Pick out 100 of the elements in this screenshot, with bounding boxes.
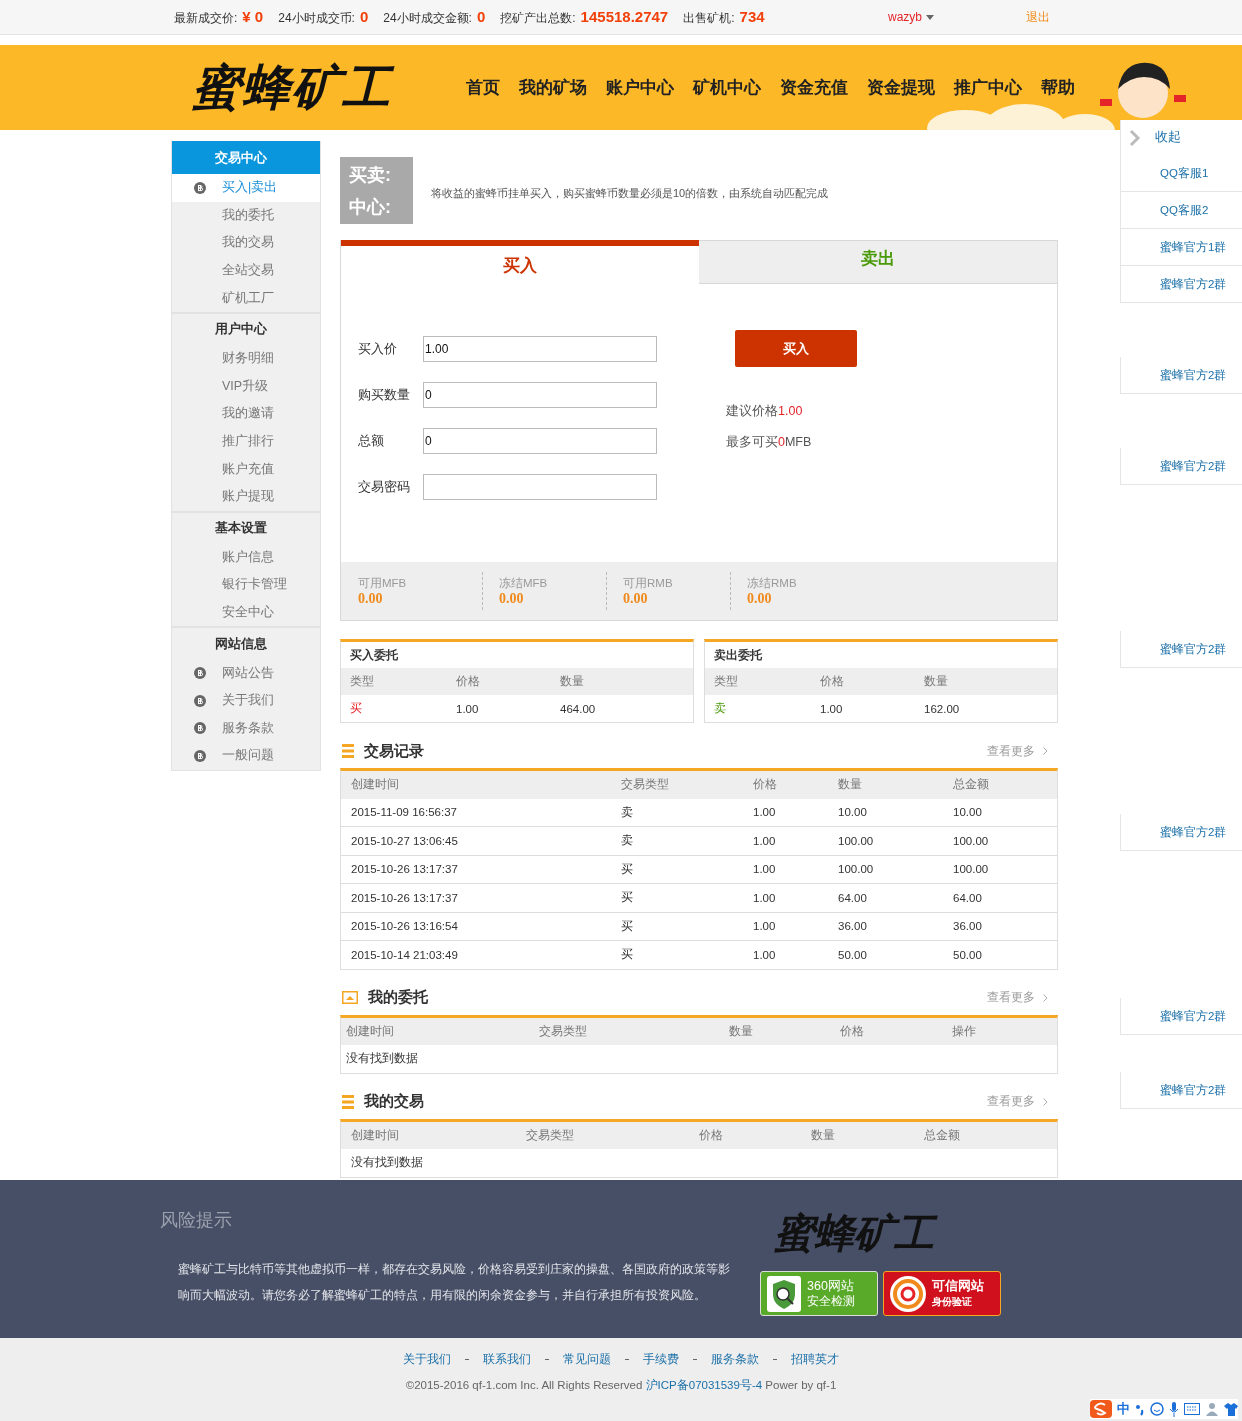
site-logo[interactable]: 蜜蜂矿工 bbox=[192, 55, 466, 120]
collapse-toggle[interactable]: 收起 bbox=[1120, 120, 1242, 155]
input-mode-toggle[interactable]: 中 bbox=[1117, 1400, 1130, 1418]
stat-value: 734 bbox=[739, 7, 765, 25]
footer-link[interactable]: 关于我们 bbox=[403, 1352, 451, 1367]
table-cell-text: 买 bbox=[621, 890, 634, 906]
stat-value: 145518.2747 bbox=[580, 7, 669, 25]
more-link[interactable]: 查看更多 bbox=[987, 990, 1058, 1005]
sidebar-item[interactable]: 我的邀请 bbox=[172, 400, 320, 428]
sidebar-item[interactable]: 账户信息 bbox=[172, 543, 320, 572]
column-header: 数量 bbox=[924, 674, 949, 689]
contact-link[interactable]: 蜜蜂官方2群 bbox=[1120, 448, 1242, 485]
input-method-logo-icon[interactable] bbox=[1090, 1400, 1112, 1418]
nav-link[interactable]: 帮助 bbox=[1041, 76, 1075, 99]
keyboard-icon[interactable] bbox=[1184, 1403, 1200, 1415]
contact-link[interactable]: 蜜蜂官方2群 bbox=[1120, 1072, 1242, 1109]
contact-link[interactable]: 蜜蜂官方2群 bbox=[1120, 357, 1242, 394]
stat-value: 0 bbox=[359, 7, 369, 25]
icp-link[interactable]: 沪ICP备07031539号-4 bbox=[645, 1379, 763, 1391]
risk-title: 风险提示 bbox=[160, 1209, 233, 1232]
contact-link[interactable]: 蜜蜂官方1群 bbox=[1120, 229, 1242, 266]
sidebar-item[interactable]: 网站公告 bbox=[172, 659, 320, 687]
sidebar-item[interactable]: 推广排行 bbox=[172, 427, 320, 456]
sidebar-heading[interactable]: 网站信息 bbox=[172, 626, 320, 660]
balance-label: 可用MFB bbox=[358, 575, 408, 591]
field-label: 买入价 bbox=[358, 340, 398, 358]
more-link[interactable]: 查看更多 bbox=[987, 743, 1058, 759]
table-cell-text: 1.00 bbox=[753, 948, 777, 961]
contact-link[interactable]: 蜜蜂官方2群 bbox=[1120, 998, 1242, 1035]
input-field[interactable]: 0 bbox=[423, 428, 657, 454]
footer-link[interactable]: 联系我们 bbox=[483, 1352, 531, 1367]
footer-link[interactable]: 常见问题 bbox=[563, 1352, 611, 1367]
table-cell-text: 2015-11-09 16:56:37 bbox=[351, 806, 458, 819]
footer-link[interactable]: 手续费 bbox=[643, 1352, 679, 1367]
column-header: 数量 bbox=[811, 1127, 836, 1143]
punctuation-icon[interactable] bbox=[1135, 1402, 1145, 1416]
sidebar-item[interactable]: 安全中心 bbox=[172, 598, 320, 627]
site-badge[interactable]: 可信网站 身份验证 bbox=[883, 1271, 1001, 1316]
nav-link[interactable]: 资金提现 bbox=[867, 76, 935, 99]
balance-value: 0.00 bbox=[747, 590, 773, 607]
nav-link[interactable]: 我的矿场 bbox=[519, 76, 587, 99]
site-badge[interactable]: 360网站 安全检测 bbox=[760, 1271, 878, 1316]
contact-link[interactable]: 蜜蜂官方2群 bbox=[1120, 266, 1242, 303]
badge-emblem-icon bbox=[890, 1275, 926, 1312]
table-cell-text: 2015-10-27 13:06:45 bbox=[351, 834, 459, 847]
more-link[interactable]: 查看更多 bbox=[987, 1094, 1058, 1109]
sidebar-item[interactable]: 我的交易 bbox=[172, 229, 320, 257]
column-header: 数量 bbox=[838, 777, 863, 793]
nav-link[interactable]: 矿机中心 bbox=[693, 76, 761, 99]
column-header: 总金额 bbox=[953, 777, 990, 793]
hint-text: 建议价格1.00 bbox=[726, 403, 804, 420]
sidebar-item[interactable]: 一般问题 bbox=[172, 742, 320, 770]
sidebar-heading[interactable]: 用户中心 bbox=[172, 311, 320, 345]
input-field[interactable] bbox=[423, 474, 657, 500]
nav-link[interactable]: 首页 bbox=[466, 76, 500, 99]
smiley-icon[interactable] bbox=[1150, 1402, 1164, 1416]
contact-link[interactable]: QQ客服2 bbox=[1120, 192, 1242, 229]
sidebar-heading[interactable]: 交易中心 bbox=[172, 141, 320, 174]
column-header: 交易类型 bbox=[526, 1127, 575, 1143]
buy-button[interactable]: 买入 bbox=[735, 330, 857, 367]
table-cell-text: 36.00 bbox=[838, 920, 868, 933]
contact-link[interactable]: QQ客服1 bbox=[1120, 155, 1242, 192]
shirt-icon[interactable] bbox=[1224, 1402, 1238, 1416]
sidebar-item[interactable]: 全站交易 bbox=[172, 256, 320, 285]
notice-text: 将收益的蜜蜂币挂单买入，购买蜜蜂币数量必须是10的倍数，由系统自动匹配完成 bbox=[431, 186, 829, 201]
sidebar-item[interactable]: 账户提现 bbox=[172, 482, 320, 511]
column-header: 价格 bbox=[840, 1023, 865, 1039]
sidebar-item[interactable]: 矿机工厂 bbox=[172, 284, 320, 312]
sidebar-item[interactable]: 银行卡管理 bbox=[172, 571, 320, 599]
sidebar-item[interactable]: 买入|卖出 bbox=[172, 174, 320, 202]
sidebar-item[interactable]: 财务明细 bbox=[172, 344, 320, 373]
caret-icon bbox=[926, 14, 934, 20]
trade-tab[interactable]: 卖出 bbox=[699, 240, 1057, 284]
table-cell-text: 50.00 bbox=[838, 948, 868, 961]
footer-link[interactable]: 招聘英才 bbox=[791, 1352, 839, 1367]
footer-link[interactable]: 服务条款 bbox=[711, 1352, 759, 1367]
column-header: 价格 bbox=[456, 674, 481, 689]
table-cell-text: 2015-10-26 13:17:37 bbox=[351, 891, 459, 904]
badge-subtitle: 安全检测 bbox=[807, 1293, 855, 1309]
stat-label: 最新成交价: bbox=[174, 9, 238, 27]
nav-link[interactable]: 资金充值 bbox=[780, 76, 848, 99]
user-menu[interactable]: wazyb bbox=[888, 10, 934, 24]
input-field[interactable]: 1.00 bbox=[423, 336, 657, 362]
chevron-icon bbox=[1043, 747, 1048, 755]
sidebar-item[interactable]: 关于我们 bbox=[172, 686, 320, 715]
column-header: 类型 bbox=[714, 674, 739, 689]
sidebar-item[interactable]: 我的委托 bbox=[172, 201, 320, 230]
sidebar-item[interactable]: VIP升级 bbox=[172, 372, 320, 401]
sidebar-item[interactable]: 服务条款 bbox=[172, 714, 320, 743]
sidebar-item[interactable]: 账户充值 bbox=[172, 455, 320, 483]
nav-link[interactable]: 账户中心 bbox=[606, 76, 674, 99]
input-field[interactable]: 0 bbox=[423, 382, 657, 408]
column-header: 类型 bbox=[350, 674, 375, 689]
table-cell-text: 买 bbox=[621, 918, 634, 934]
sidebar-heading[interactable]: 基本设置 bbox=[172, 510, 320, 544]
microphone-icon[interactable] bbox=[1169, 1401, 1179, 1417]
contact-link[interactable]: 蜜蜂官方2群 bbox=[1120, 631, 1242, 668]
contact-link[interactable]: 蜜蜂官方2群 bbox=[1120, 814, 1242, 851]
nav-link[interactable]: 推广中心 bbox=[954, 76, 1022, 99]
table-cell-text: 1.00 bbox=[456, 702, 480, 715]
